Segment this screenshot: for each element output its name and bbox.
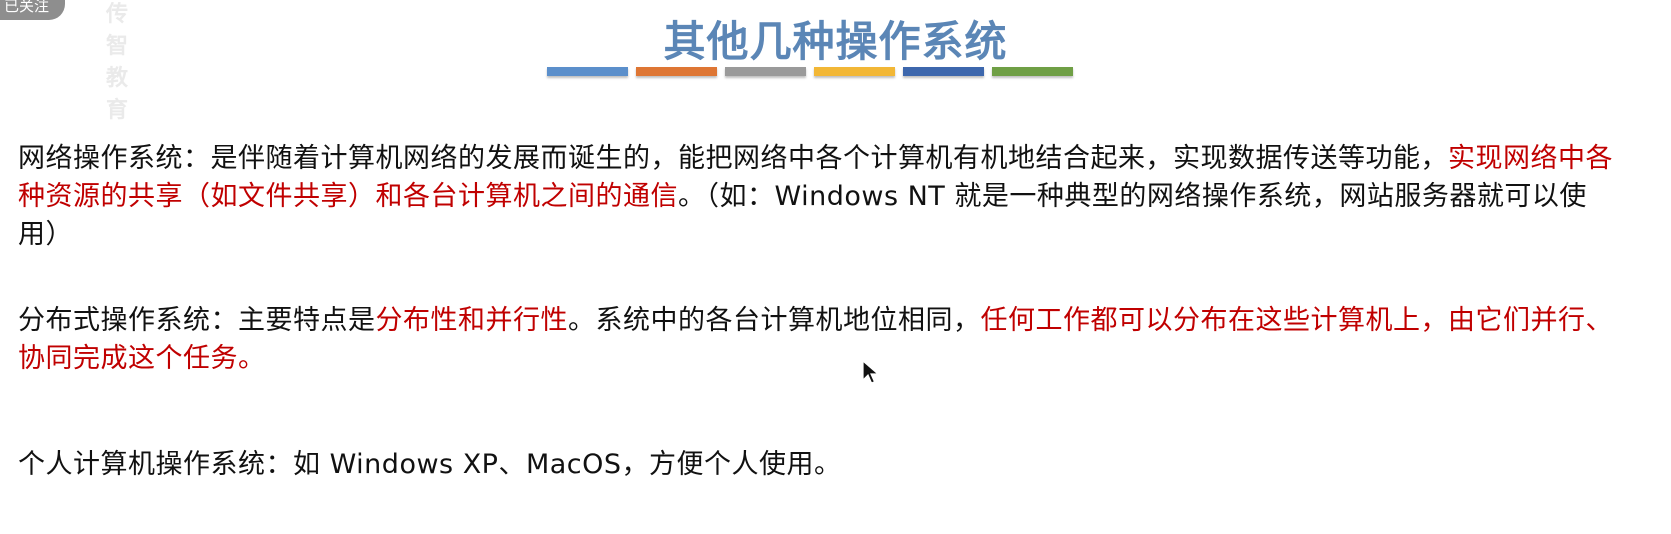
mouse-cursor-icon — [862, 360, 880, 384]
divider-bar-1 — [547, 67, 628, 76]
network-os-paragraph: 网络操作系统：是伴随着计算机网络的发展而诞生的，能把网络中各个计算机有机地结合起… — [18, 140, 1628, 254]
distributed-os-text: 分布式操作系统：主要特点是 — [18, 305, 376, 336]
distributed-os-paragraph: 分布式操作系统：主要特点是分布性和并行性。系统中的各台计算机地位相同，任何工作都… — [18, 302, 1628, 378]
divider-bar-2 — [636, 67, 717, 76]
network-os-text: 网络操作系统：是伴随着计算机网络的发展而诞生的，能把网络中各个计算机有机地结合起… — [18, 143, 1448, 174]
divider-bar-5 — [903, 67, 984, 76]
distributed-os-middle: 。系统中的各台计算机地位相同， — [568, 305, 981, 336]
distributed-os-highlight-features: 分布性和并行性 — [375, 305, 568, 336]
divider-bar-3 — [725, 67, 806, 76]
slide-title: 其他几种操作系统 — [663, 17, 1008, 66]
divider-bar-4 — [814, 67, 895, 76]
personal-os-paragraph: 个人计算机操作系统：如 Windows XP、MacOS，方便个人使用。 — [18, 449, 842, 480]
color-divider — [547, 67, 1073, 76]
divider-bar-6 — [992, 67, 1073, 76]
